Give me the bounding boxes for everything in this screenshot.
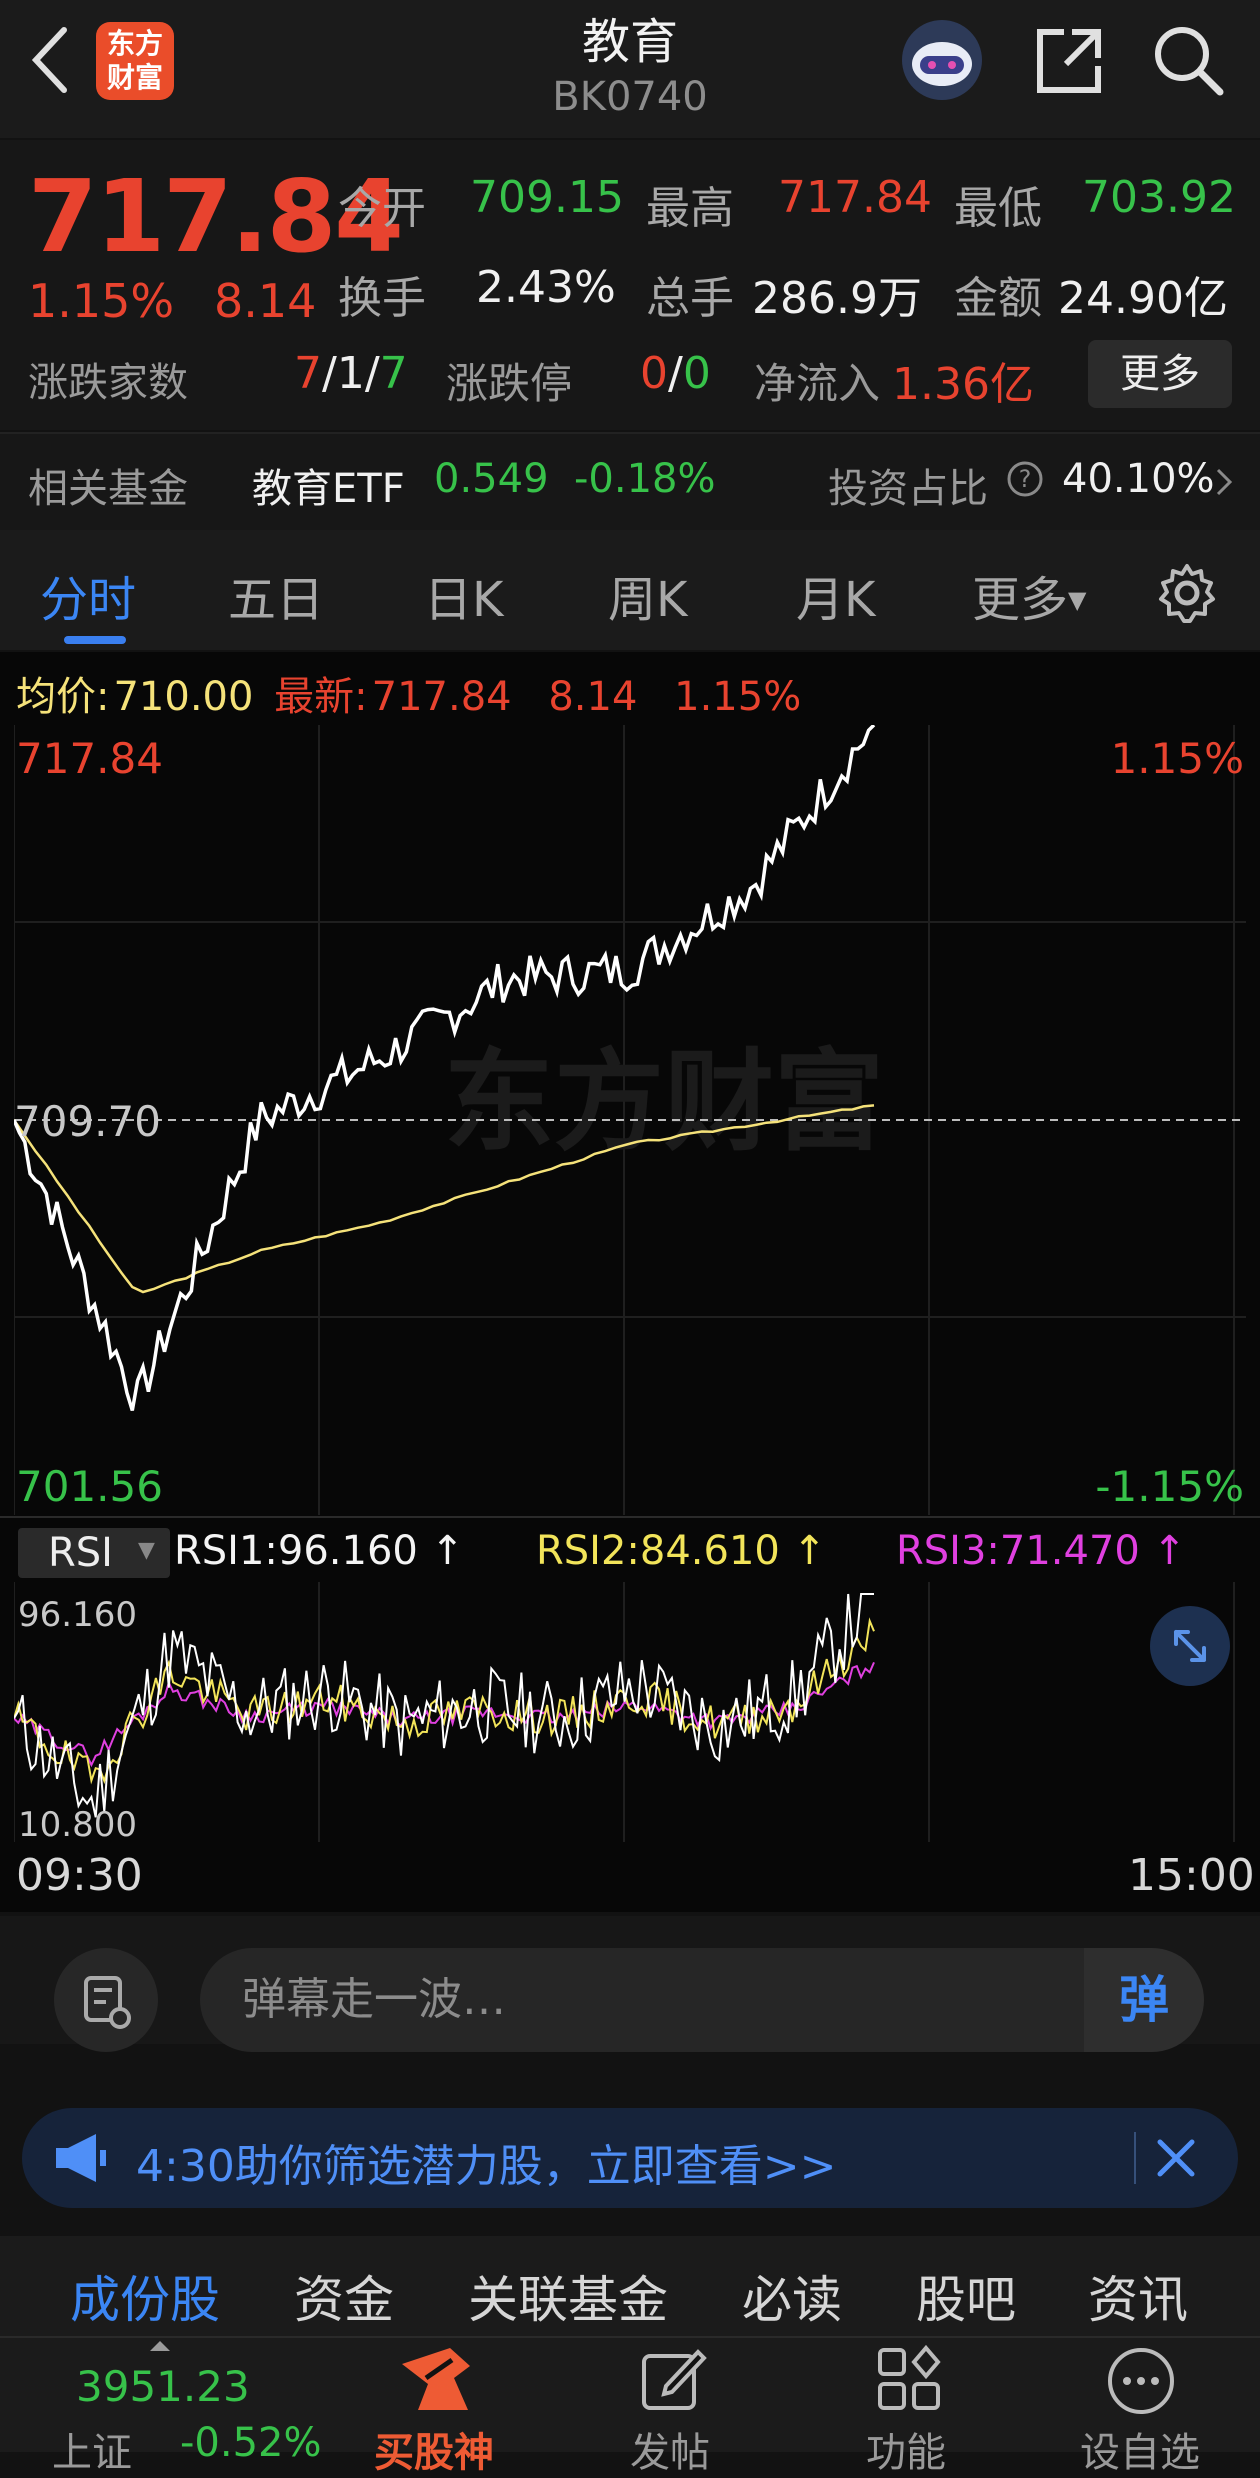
tab-more[interactable]: 更多▼ — [972, 560, 1086, 630]
active-tab-indicator — [64, 636, 126, 644]
chart-divider — [0, 1516, 1260, 1518]
close-icon[interactable] — [1152, 2134, 1200, 2182]
footer-item-post[interactable]: 发帖 — [630, 2420, 710, 2478]
tab-related-funds[interactable]: 关联基金 — [468, 2260, 668, 2332]
fund-name[interactable]: 教育ETF — [252, 456, 405, 514]
index-value[interactable]: 3951.23 — [76, 2362, 250, 2411]
intraday-price-chart[interactable]: 东方财富 717.84 709.70 701.56 1.15% -1.15% — [14, 725, 1246, 1515]
turnover-value: 2.43% — [476, 262, 616, 313]
share-icon[interactable] — [1032, 24, 1106, 98]
latest-label: 最新: — [274, 674, 368, 720]
amount-value: 24.90亿 — [1058, 273, 1228, 324]
fund-label: 相关基金 — [28, 466, 188, 512]
open-value: 709.15 — [470, 172, 624, 223]
ratio-label: 投资占比 — [828, 466, 988, 512]
megaphone-icon — [52, 2130, 112, 2186]
index-pct: -0.52% — [180, 2420, 322, 2466]
limit-values: 0/0 — [640, 348, 711, 399]
search-icon[interactable] — [1150, 22, 1226, 98]
rsi2-line — [14, 1617, 875, 1785]
chevron-right-icon — [1212, 462, 1236, 502]
avg-label: 均价: — [16, 674, 110, 720]
index-name: 上证 — [52, 2430, 132, 2476]
banner-text[interactable]: 4:30助你筛选潜力股，立即查看>> — [136, 2130, 837, 2194]
rsi3-label: RSI3:71.470 ↑ — [896, 1528, 1187, 1574]
tab-capital[interactable]: 资金 — [294, 2260, 394, 2332]
buy-stock-icon[interactable] — [394, 2344, 480, 2420]
change-percent: 1.15% — [28, 274, 175, 328]
amount-label: 金额 — [954, 273, 1042, 324]
more-dots-icon[interactable] — [1104, 2344, 1178, 2422]
fund-pct: -0.18% — [574, 456, 716, 502]
chart-info-row: 均价: 710.00 最新: 717.84 8.14 1.15% — [16, 664, 801, 722]
tab-weekly-k[interactable]: 周K — [608, 560, 687, 630]
latest-value: 717.84 — [371, 674, 512, 720]
banner-divider — [1134, 2132, 1136, 2184]
danmaku-input[interactable]: 弹幕走一波… — [200, 1948, 1086, 2052]
breadth-label: 涨跌家数 — [28, 360, 188, 406]
settings-gear-icon[interactable] — [1156, 562, 1218, 624]
dropdown-triangle-icon: ▼ — [1068, 586, 1087, 614]
volume-value: 286.9万 — [752, 273, 922, 324]
tab-news[interactable]: 资讯 — [1088, 2260, 1188, 2332]
dropdown-triangle-icon: ▼ — [138, 1538, 155, 1563]
expand-icon[interactable] — [1150, 1606, 1230, 1686]
breadth-values: 7/1/7 — [294, 348, 408, 399]
rsi-axis-top: 96.160 — [18, 1595, 137, 1635]
footer-item-watchlist[interactable]: 设自选 — [1080, 2420, 1200, 2478]
rsi-axis-bottom: 10.800 — [18, 1805, 137, 1842]
tab-monthly-k[interactable]: 月K — [796, 560, 875, 630]
pct-axis-bottom: -1.15% — [1095, 1462, 1244, 1511]
tab-five-day[interactable]: 五日 — [228, 560, 324, 630]
pct-axis-top: 1.15% — [1111, 734, 1244, 783]
tab-must-read[interactable]: 必读 — [742, 2260, 842, 2332]
danmaku-settings-icon[interactable] — [54, 1948, 158, 2052]
footer-item-functions[interactable]: 功能 — [866, 2420, 946, 2478]
open-label: 今开 — [338, 183, 426, 234]
high-label: 最高 — [646, 183, 734, 234]
more-button[interactable]: 更多 — [1088, 340, 1232, 408]
svg-text:?: ? — [1019, 465, 1032, 493]
latest-change: 8.14 — [548, 674, 638, 720]
avg-value: 710.00 — [113, 674, 254, 720]
inflow-value: 1.36亿 — [892, 359, 1034, 410]
high-value: 717.84 — [778, 172, 932, 223]
limit-label: 涨跌停 — [446, 359, 573, 408]
functions-grid-icon[interactable] — [874, 2344, 944, 2418]
tab-intraday[interactable]: 分时 — [40, 560, 136, 630]
tab-forum[interactable]: 股吧 — [916, 2260, 1016, 2332]
low-label: 最低 — [954, 183, 1042, 234]
time-start: 09:30 — [16, 1850, 143, 1901]
latest-pct: 1.15% — [674, 674, 802, 720]
rsi-chart[interactable]: 96.160 10.800 — [14, 1582, 1246, 1842]
volume-label: 总手 — [646, 273, 734, 324]
caret-up-icon — [150, 2336, 170, 2351]
footer-item-buy[interactable]: 买股神 — [374, 2420, 494, 2478]
robot-assistant-icon[interactable] — [896, 14, 988, 106]
fund-price: 0.549 — [434, 456, 549, 502]
period-tab-strip: 分时 五日 日K 周K 月K 更多▼ — [0, 530, 1260, 650]
low-value: 703.92 — [1082, 172, 1236, 223]
watermark: 东方财富 — [444, 1038, 884, 1166]
change-amount: 8.14 — [214, 274, 317, 328]
rsi2-label: RSI2:84.610 ↑ — [536, 1528, 827, 1574]
tab-constituents[interactable]: 成份股 — [70, 2260, 220, 2332]
danmaku-send-button[interactable]: 弹 — [1084, 1948, 1204, 2052]
help-icon[interactable]: ? — [1006, 460, 1044, 498]
ratio-value: 40.10% — [1062, 456, 1215, 502]
y-axis-top: 717.84 — [16, 734, 163, 783]
indicator-select[interactable]: RSI ▼ — [18, 1528, 170, 1578]
inflow-label: 净流入 — [754, 359, 881, 408]
turnover-label: 换手 — [338, 273, 426, 324]
tab-daily-k[interactable]: 日K — [424, 560, 503, 630]
time-end: 15:00 — [1128, 1850, 1255, 1901]
rsi1-label: RSI1:96.160 ↑ — [174, 1528, 465, 1574]
y-axis-mid: 709.70 — [14, 1097, 161, 1146]
y-axis-bottom: 701.56 — [16, 1462, 163, 1511]
post-icon[interactable] — [638, 2344, 708, 2418]
